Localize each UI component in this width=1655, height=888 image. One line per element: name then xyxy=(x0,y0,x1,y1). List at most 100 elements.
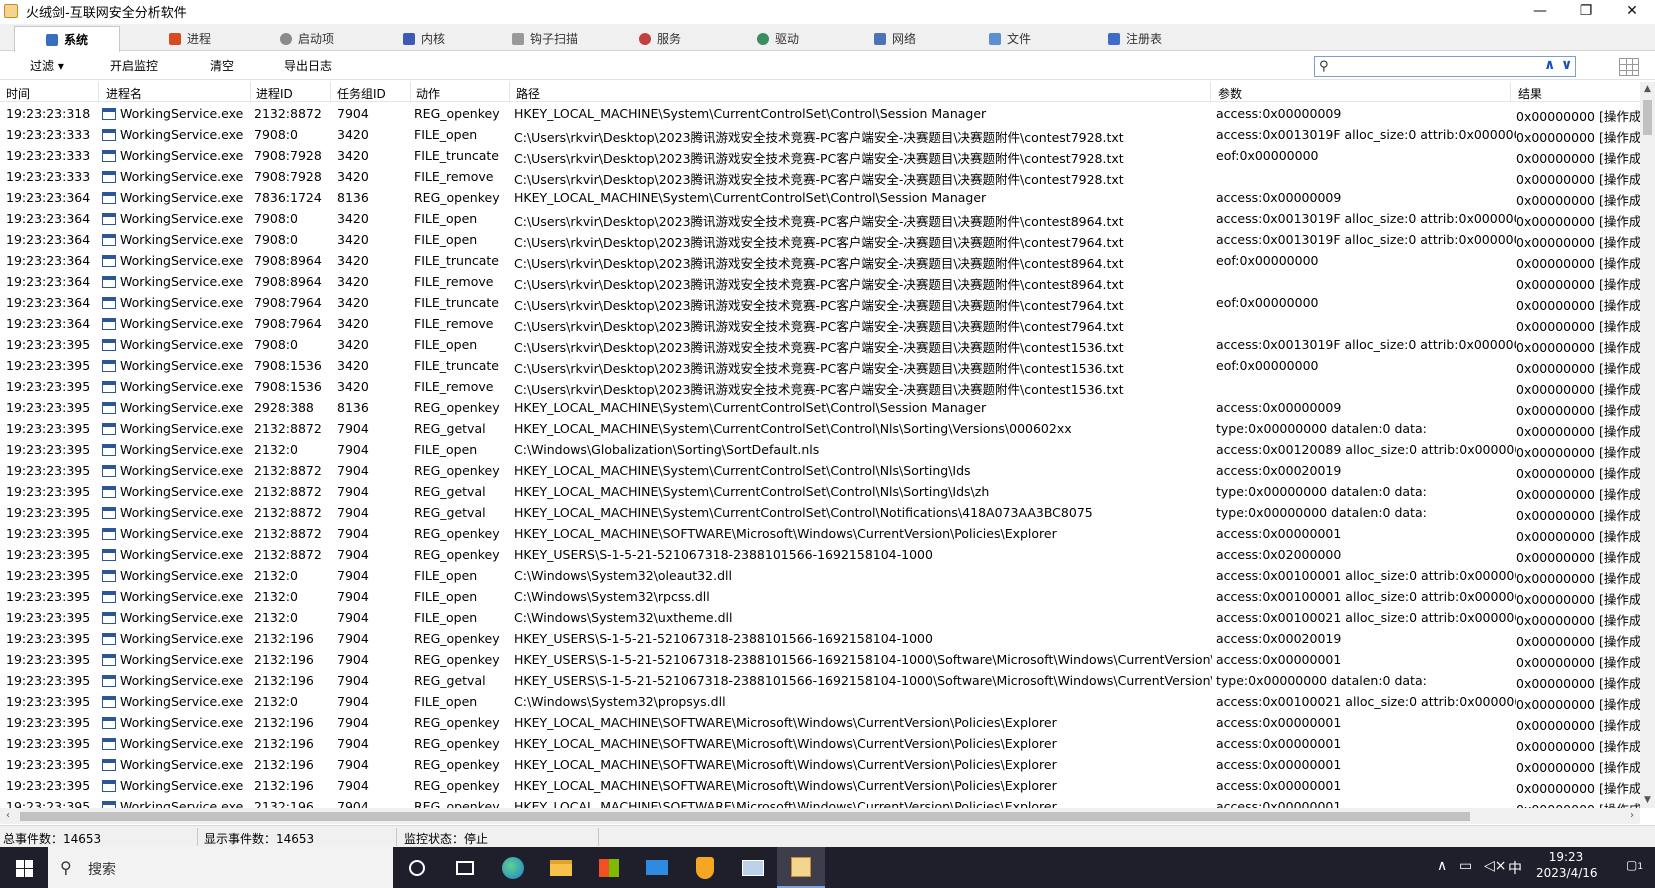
mail-icon[interactable] xyxy=(633,847,681,888)
network-tray-icon[interactable]: ▭ xyxy=(1459,858,1472,874)
table-row[interactable]: 19:23:23:395 WorkingService.exe 2132:8872 7… xyxy=(0,418,1640,439)
cell-action: FILE_open xyxy=(414,589,478,604)
table-row[interactable]: 19:23:23:395 WorkingService.exe 2132:196 79… xyxy=(0,628,1640,649)
search-next-button[interactable]: ∨ xyxy=(1561,57,1572,73)
table-row[interactable]: 19:23:23:395 WorkingService.exe 2132:0 7904… xyxy=(0,691,1640,712)
cell-path: HKEY_USERS\S-1-5-21-521067318-2388101566… xyxy=(514,652,1212,667)
table-row[interactable]: 19:23:23:318 WorkingService.exe 2132:8872 7… xyxy=(0,103,1640,124)
scroll-down-icon[interactable]: ▼ xyxy=(1640,793,1655,808)
vertical-scroll-thumb[interactable] xyxy=(1643,100,1652,135)
table-row[interactable]: 19:23:23:364 WorkingService.exe 7908:8964 3… xyxy=(0,250,1640,271)
cell-process-name: WorkingService.exe xyxy=(120,274,244,289)
notification-icon[interactable]: ▢1 xyxy=(1626,858,1643,872)
cell-result: 0x00000000 [操作成功 xyxy=(1516,634,1640,649)
minimize-button[interactable]: — xyxy=(1517,0,1563,22)
taskbar-clock[interactable]: 19:23 2023/4/16 xyxy=(1536,849,1598,881)
search-input[interactable] xyxy=(1337,58,1537,75)
column-header-params[interactable]: 参数 xyxy=(1218,85,1242,102)
cell-process-name: WorkingService.exe xyxy=(120,190,244,205)
tab-startup[interactable]: 启动项 xyxy=(262,26,352,51)
horizontal-scrollbar[interactable]: ‹ › xyxy=(0,808,1640,824)
table-row[interactable]: 19:23:23:364 WorkingService.exe 7908:8964 3… xyxy=(0,271,1640,292)
table-row[interactable]: 19:23:23:395 WorkingService.exe 2132:0 7904… xyxy=(0,565,1640,586)
table-row[interactable]: 19:23:23:364 WorkingService.exe 7836:1724 8… xyxy=(0,187,1640,208)
remote-desktop-icon[interactable] xyxy=(729,847,777,888)
tab-network[interactable]: 网络 xyxy=(855,26,935,51)
table-row[interactable]: 19:23:23:395 WorkingService.exe 7908:0 3420… xyxy=(0,334,1640,355)
table-row[interactable]: 19:23:23:395 WorkingService.exe 2132:8872 7… xyxy=(0,502,1640,523)
app-window: 火绒剑-互联网安全分析软件 — ❐ ✕ 系统 进程 启动项 内核 钩子扫描 服务… xyxy=(0,0,1655,888)
table-row[interactable]: 19:23:23:364 WorkingService.exe 7908:0 3420… xyxy=(0,208,1640,229)
table-row[interactable]: 19:23:23:333 WorkingService.exe 7908:0 3420… xyxy=(0,124,1640,145)
vertical-scrollbar[interactable]: ▲ ▼ xyxy=(1640,82,1655,808)
table-row[interactable]: 19:23:23:395 WorkingService.exe 2132:196 79… xyxy=(0,796,1640,808)
column-header-time[interactable]: 时间 xyxy=(6,85,30,102)
huorong-sword-icon[interactable] xyxy=(777,847,825,888)
process-app-icon xyxy=(102,801,116,808)
tab-system[interactable]: 系统 xyxy=(14,26,120,52)
scroll-up-icon[interactable]: ▲ xyxy=(1640,82,1655,97)
cell-pid: 2132:0 xyxy=(254,694,298,709)
scroll-left-icon[interactable]: ‹ xyxy=(0,808,16,824)
scroll-right-icon[interactable]: › xyxy=(1624,808,1640,824)
tab-registry[interactable]: 注册表 xyxy=(1085,26,1185,51)
table-row[interactable]: 19:23:23:395 WorkingService.exe 7908:1536 3… xyxy=(0,376,1640,397)
column-header-result[interactable]: 结果 xyxy=(1518,85,1542,102)
table-row[interactable]: 19:23:23:395 WorkingService.exe 2132:8872 7… xyxy=(0,460,1640,481)
table-row[interactable]: 19:23:23:395 WorkingService.exe 2132:196 79… xyxy=(0,670,1640,691)
table-row[interactable]: 19:23:23:395 WorkingService.exe 2132:196 79… xyxy=(0,649,1640,670)
start-monitor-button[interactable]: 开启监控 xyxy=(110,57,158,74)
table-row[interactable]: 19:23:23:395 WorkingService.exe 2132:0 7904… xyxy=(0,439,1640,460)
tab-file[interactable]: 文件 xyxy=(970,26,1050,51)
table-row[interactable]: 19:23:23:395 WorkingService.exe 2132:196 79… xyxy=(0,733,1640,754)
table-row[interactable]: 19:23:23:333 WorkingService.exe 7908:7928 3… xyxy=(0,145,1640,166)
table-row[interactable]: 19:23:23:395 WorkingService.exe 2132:196 79… xyxy=(0,754,1640,775)
table-row[interactable]: 19:23:23:364 WorkingService.exe 7908:7964 3… xyxy=(0,292,1640,313)
table-row[interactable]: 19:23:23:395 WorkingService.exe 2132:8872 7… xyxy=(0,544,1640,565)
task-view-icon[interactable] xyxy=(441,847,489,888)
start-button[interactable] xyxy=(0,847,48,888)
store-icon[interactable] xyxy=(585,847,633,888)
cell-pid: 7908:7928 xyxy=(254,169,322,184)
file-explorer-icon[interactable] xyxy=(537,847,585,888)
column-header-pid[interactable]: 进程ID xyxy=(256,85,293,102)
column-header-path[interactable]: 路径 xyxy=(516,85,540,102)
app-logo-icon xyxy=(4,4,18,18)
export-log-button[interactable]: 导出日志 xyxy=(284,57,332,74)
cell-process-name: WorkingService.exe xyxy=(120,757,244,772)
table-row[interactable]: 19:23:23:395 WorkingService.exe 2132:8872 7… xyxy=(0,481,1640,502)
horizontal-scroll-thumb[interactable] xyxy=(20,812,1470,821)
table-row[interactable]: 19:23:23:364 WorkingService.exe 7908:0 3420… xyxy=(0,229,1640,250)
tab-kernel[interactable]: 内核 xyxy=(384,26,464,51)
table-row[interactable]: 19:23:23:395 WorkingService.exe 2132:0 7904… xyxy=(0,586,1640,607)
column-settings-icon[interactable] xyxy=(1619,58,1639,76)
clear-button[interactable]: 清空 xyxy=(210,57,234,74)
tab-hook-scan[interactable]: 钩子扫描 xyxy=(495,26,595,51)
restore-button[interactable]: ❐ xyxy=(1563,0,1609,22)
tab-driver[interactable]: 驱动 xyxy=(738,26,818,51)
table-row[interactable]: 19:23:23:395 WorkingService.exe 2132:0 7904… xyxy=(0,607,1640,628)
huorong-shield-icon[interactable] xyxy=(681,847,729,888)
ime-indicator[interactable]: 中 xyxy=(1508,858,1522,878)
table-row[interactable]: 19:23:23:395 WorkingService.exe 2132:196 79… xyxy=(0,712,1640,733)
tab-process[interactable]: 进程 xyxy=(145,26,235,51)
tab-service[interactable]: 服务 xyxy=(620,26,700,51)
filter-button[interactable]: 过滤 ▾ xyxy=(30,57,64,74)
table-row[interactable]: 19:23:23:395 WorkingService.exe 2928:388 81… xyxy=(0,397,1640,418)
cell-task-group-id: 7904 xyxy=(337,442,369,457)
table-row[interactable]: 19:23:23:395 WorkingService.exe 2132:8872 7… xyxy=(0,523,1640,544)
search-prev-button[interactable]: ∧ xyxy=(1544,57,1555,73)
taskbar-search[interactable]: ⚲ 搜索 xyxy=(48,847,393,888)
table-row[interactable]: 19:23:23:395 WorkingService.exe 7908:1536 3… xyxy=(0,355,1640,376)
column-header-task-group-id[interactable]: 任务组ID xyxy=(337,85,386,102)
close-button[interactable]: ✕ xyxy=(1609,0,1655,22)
cortana-icon[interactable] xyxy=(393,847,441,888)
edge-icon[interactable] xyxy=(489,847,537,888)
column-header-process-name[interactable]: 进程名 xyxy=(106,85,142,102)
table-row[interactable]: 19:23:23:395 WorkingService.exe 2132:196 79… xyxy=(0,775,1640,796)
tray-expand-icon[interactable]: ∧ xyxy=(1437,858,1447,874)
volume-icon[interactable]: ◁× xyxy=(1484,858,1507,874)
column-header-action[interactable]: 动作 xyxy=(416,85,440,102)
table-row[interactable]: 19:23:23:333 WorkingService.exe 7908:7928 3… xyxy=(0,166,1640,187)
table-row[interactable]: 19:23:23:364 WorkingService.exe 7908:7964 3… xyxy=(0,313,1640,334)
